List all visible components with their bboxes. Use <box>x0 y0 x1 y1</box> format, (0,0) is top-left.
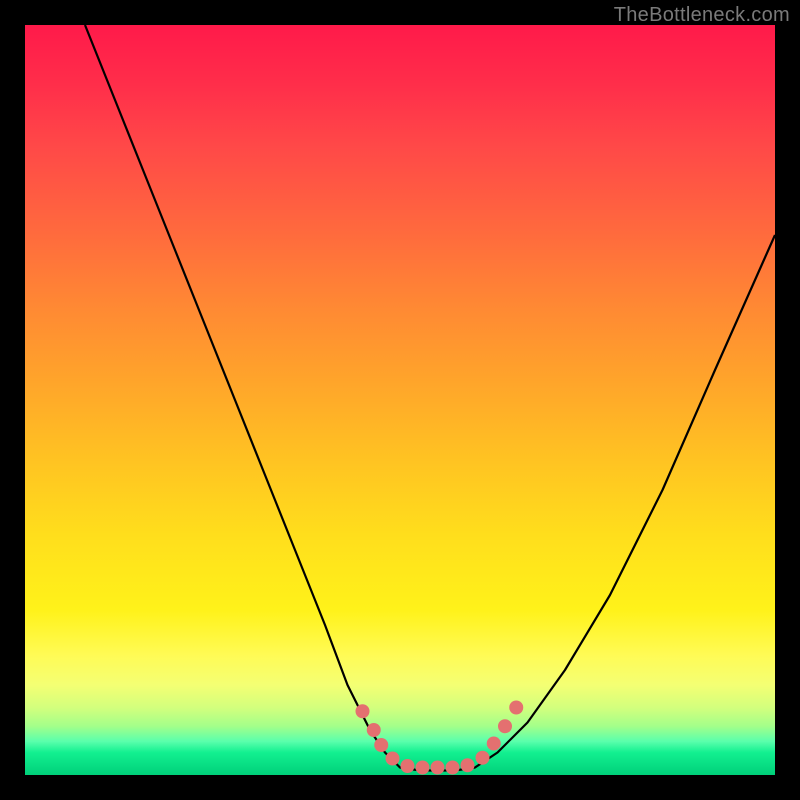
chart-svg <box>25 25 775 775</box>
watermark-text: TheBottleneck.com <box>614 4 790 27</box>
highlight-dot <box>509 701 523 715</box>
highlight-dot <box>476 751 490 765</box>
highlight-dot <box>374 738 388 752</box>
highlight-dot <box>356 704 370 718</box>
highlight-dot <box>386 752 400 766</box>
chart-frame: TheBottleneck.com <box>0 0 800 800</box>
highlight-dot <box>487 737 501 751</box>
highlight-markers <box>356 701 524 775</box>
curve-line <box>85 25 775 771</box>
bottleneck-curve <box>85 25 775 771</box>
highlight-dot <box>431 761 445 775</box>
highlight-dot <box>367 723 381 737</box>
highlight-dot <box>401 759 415 773</box>
highlight-dot <box>446 761 460 775</box>
highlight-dot <box>498 719 512 733</box>
highlight-dot <box>416 761 430 775</box>
highlight-dot <box>461 758 475 772</box>
